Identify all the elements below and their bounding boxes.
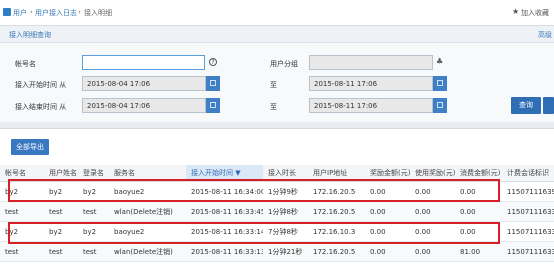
cell-reward: 0.00 — [365, 181, 410, 202]
results-panel: 全部导出 帐号名 用户姓名 登录名 服务名 接入开始时间 ▼ 接入时长 用户IP… — [0, 128, 554, 265]
cell-start-time: 2015-08-11 16:33:45 — [186, 201, 263, 222]
cell-reward: 0.00 — [365, 221, 410, 242]
breadcrumb-access-log[interactable]: 用户接入日志 — [35, 8, 77, 18]
column-header[interactable]: 登录名 — [78, 165, 109, 182]
sort-desc-icon: ▼ — [235, 169, 241, 177]
table-row[interactable]: by2 by2 by2 baoyue2 2015-08-11 16:33:14 … — [0, 221, 554, 242]
cell-user-name: by2 — [44, 181, 78, 202]
end-to-input[interactable] — [309, 98, 433, 113]
cell-account[interactable]: by2 — [0, 181, 44, 202]
table-row[interactable]: by2 by2 by2 baoyue2 2015-08-11 16:34:00 … — [0, 181, 554, 202]
cell-used-reward: 0.00 — [410, 201, 455, 222]
cell-cost: 0.00 — [455, 221, 502, 242]
column-header[interactable]: 用户姓名 — [44, 165, 78, 182]
start-from-label: 接入开始时间 从 — [15, 81, 67, 89]
cell-login-name: by2 — [78, 221, 109, 242]
end-from-input[interactable] — [82, 98, 206, 113]
cell-service[interactable]: baoyue2 — [109, 181, 186, 202]
start-to-input[interactable] — [309, 76, 433, 91]
cell-ip: 172.16.10.3 — [308, 221, 365, 242]
cell-reward: 0.00 — [365, 201, 410, 222]
column-header[interactable]: 奖励金额(元) — [365, 165, 410, 182]
end-to-label: 至 — [270, 103, 277, 111]
cell-login-name: by2 — [78, 181, 109, 202]
cell-login-name: test — [78, 241, 109, 262]
table-row[interactable]: test test test wlan(Delete注销) 2015-08-11… — [0, 201, 554, 222]
home-icon — [3, 8, 11, 16]
user-group-label: 用户分组 — [270, 60, 298, 68]
cell-account[interactable]: by2 — [0, 221, 44, 242]
reset-button[interactable] — [543, 97, 554, 114]
start-from-input[interactable] — [82, 76, 206, 91]
cell-duration: 1分钟9秒 — [263, 181, 308, 202]
cell-duration: 1分钟8秒 — [263, 201, 308, 222]
column-header[interactable]: 用户IP地址 — [308, 165, 365, 182]
start-to-label: 至 — [270, 81, 277, 89]
breadcrumb-current: 接入明细 — [84, 9, 112, 17]
favorite-icon[interactable]: ★ — [512, 8, 519, 16]
cell-ip: 172.16.20.5 — [308, 201, 365, 222]
cell-login-name: test — [78, 201, 109, 222]
column-header[interactable]: 消费金额(元) — [455, 165, 502, 182]
access-detail-table: 帐号名 用户姓名 登录名 服务名 接入开始时间 ▼ 接入时长 用户IP地址 奖励… — [0, 165, 554, 262]
table-header-row: 帐号名 用户姓名 登录名 服务名 接入开始时间 ▼ 接入时长 用户IP地址 奖励… — [0, 165, 554, 182]
column-header-sorted[interactable]: 接入开始时间 ▼ — [186, 165, 263, 182]
start-to-calendar-icon[interactable] — [433, 76, 447, 91]
column-header[interactable]: 使用奖励(元) — [410, 165, 455, 182]
search-panel: 接入明细查询 高级 帐号名 ? 用户分组 ♣ 接入开始时间 从 至 接入结束时间… — [0, 26, 554, 122]
user-group-input[interactable] — [309, 55, 433, 70]
end-to-calendar-icon[interactable] — [433, 98, 447, 113]
cell-ip: 172.16.20.5 — [308, 181, 365, 202]
start-from-calendar-icon[interactable] — [206, 76, 220, 91]
cell-account[interactable]: test — [0, 201, 44, 222]
cell-service[interactable]: wlan(Delete注销) — [109, 201, 186, 222]
cell-duration: 1分钟21秒 — [263, 241, 308, 262]
sorted-column-label: 接入开始时间 — [191, 169, 233, 177]
advanced-search-link[interactable]: 高级 — [538, 30, 552, 40]
cell-start-time: 2015-08-11 16:34:00 — [186, 181, 263, 202]
breadcrumb-separator: › — [30, 8, 33, 16]
cell-session-id: 11507111633 — [502, 201, 554, 222]
cell-cost: 0.00 — [455, 201, 502, 222]
query-button[interactable]: 查询 — [511, 97, 541, 114]
column-header[interactable]: 帐号名 — [0, 165, 44, 182]
account-label: 帐号名 — [15, 60, 36, 68]
cell-duration: 7分钟8秒 — [263, 221, 308, 242]
cell-user-name: test — [44, 201, 78, 222]
cell-used-reward: 0.00 — [410, 181, 455, 202]
cell-user-name: by2 — [44, 221, 78, 242]
breadcrumb-users[interactable]: 用户 — [13, 8, 27, 18]
export-all-button[interactable]: 全部导出 — [11, 139, 49, 155]
cell-cost: 0.00 — [455, 181, 502, 202]
end-from-label: 接入结束时间 从 — [15, 103, 67, 111]
cell-start-time: 2015-08-11 16:33:13 — [186, 241, 263, 262]
cell-reward: 0.00 — [365, 241, 410, 262]
help-icon[interactable]: ? — [209, 58, 217, 66]
cell-user-name: test — [44, 241, 78, 262]
cell-start-time: 2015-08-11 16:33:14 — [186, 221, 263, 242]
search-panel-header: 接入明细查询 高级 — [0, 26, 554, 43]
cell-session-id: 11507111633 — [502, 221, 554, 242]
cell-cost: 81.00 — [455, 241, 502, 262]
table-row[interactable]: test test test wlan(Delete注销) 2015-08-11… — [0, 241, 554, 262]
account-input[interactable] — [82, 55, 205, 70]
cell-used-reward: 0.00 — [410, 241, 455, 262]
cell-session-id: 11507111639 — [502, 181, 554, 202]
column-header[interactable]: 接入时长 — [263, 165, 308, 182]
end-from-calendar-icon[interactable] — [206, 98, 220, 113]
cell-ip: 172.16.20.5 — [308, 241, 365, 262]
breadcrumb-separator: › — [78, 8, 81, 16]
cell-account[interactable]: test — [0, 241, 44, 262]
column-header[interactable]: 服务名 — [109, 165, 186, 182]
favorite-link[interactable]: 加入收藏 — [521, 8, 549, 18]
column-header[interactable]: 计费会话标识 — [502, 165, 554, 182]
cell-service[interactable]: baoyue2 — [109, 221, 186, 242]
cell-used-reward: 0.00 — [410, 221, 455, 242]
cell-session-id: 11507111633 — [502, 241, 554, 262]
search-panel-title: 接入明细查询 — [9, 31, 51, 39]
top-bar: 用户 › 用户接入日志 › 接入明细 ★ 加入收藏 — [0, 0, 554, 26]
select-group-icon[interactable]: ♣ — [436, 57, 443, 66]
cell-service[interactable]: wlan(Delete注销) — [109, 241, 186, 262]
